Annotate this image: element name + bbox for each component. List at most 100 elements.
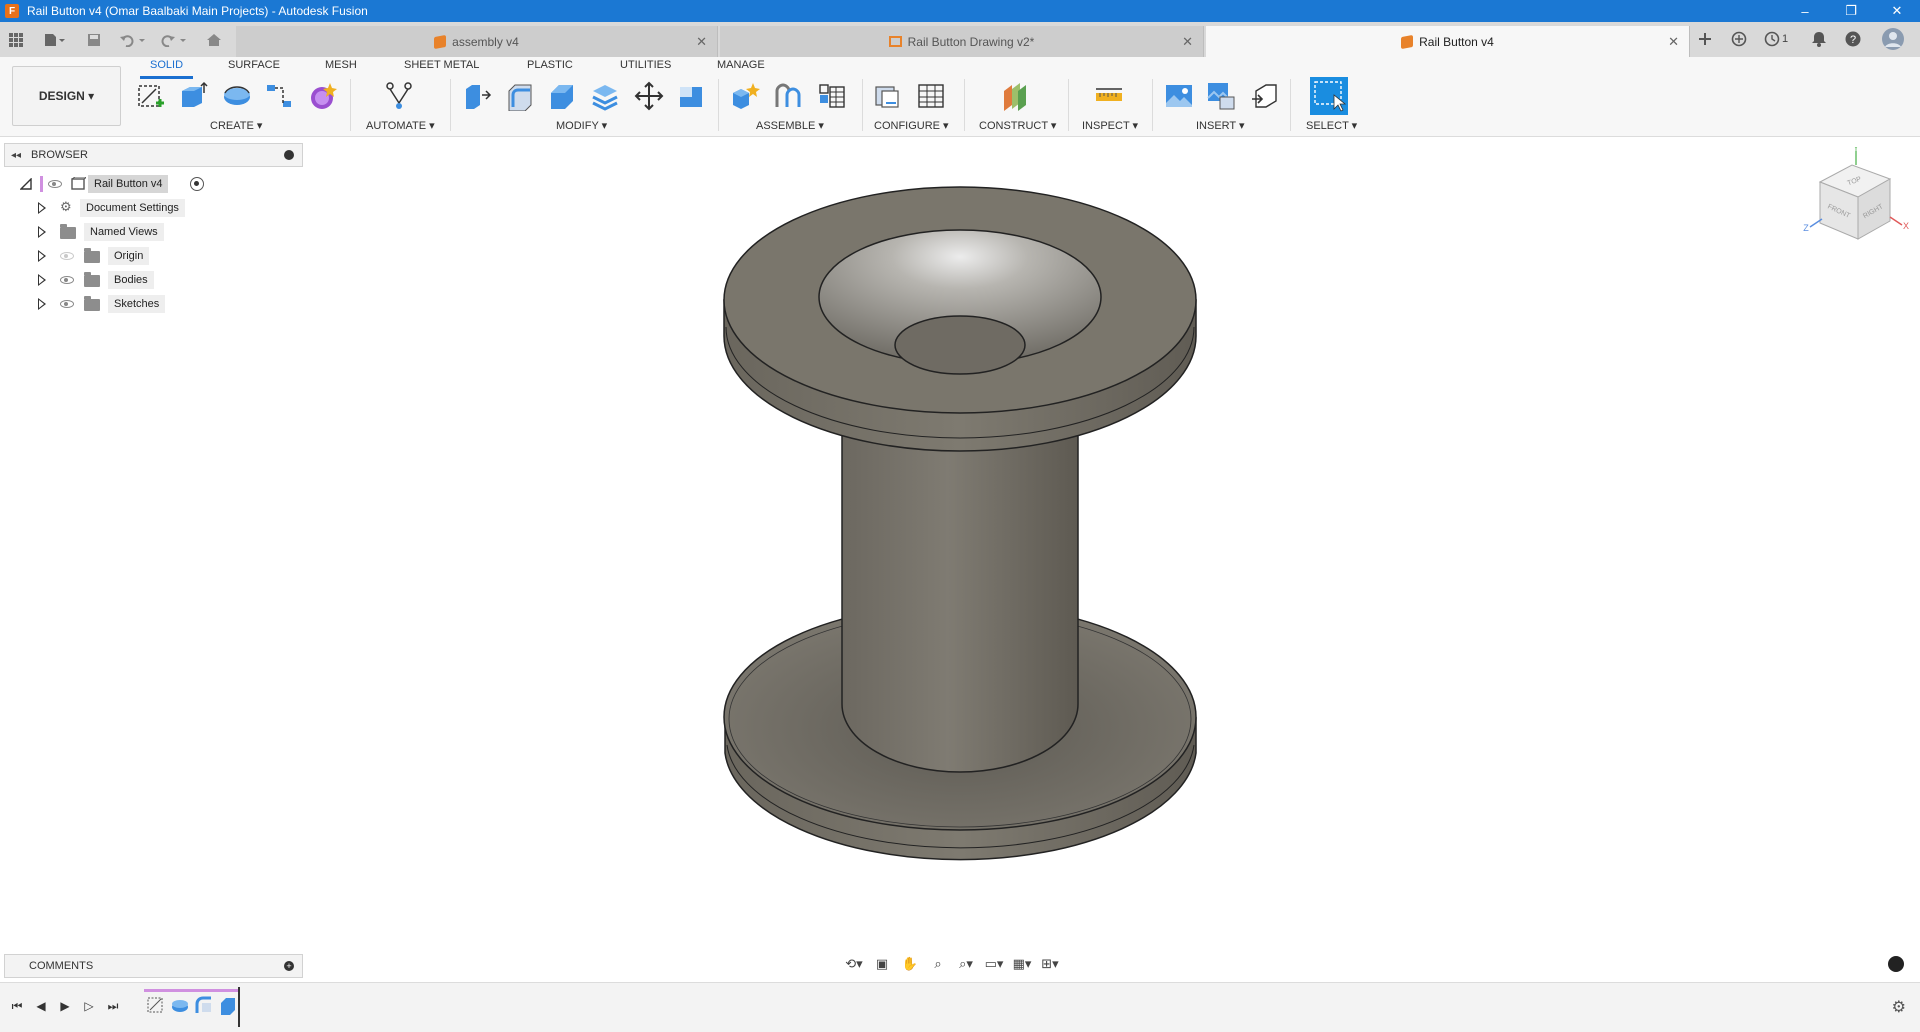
automate-group-label[interactable]: AUTOMATE ▾ <box>366 119 435 132</box>
go-to-end-icon[interactable]: ⏭ <box>104 997 122 1015</box>
tab-rail-button-drawing[interactable]: Rail Button Drawing v2* ✕ <box>720 26 1204 57</box>
orbit-icon[interactable]: ⟲▾ <box>842 954 866 974</box>
visibility-eye-icon[interactable] <box>60 300 74 308</box>
tab-mesh[interactable]: MESH <box>325 59 357 75</box>
new-tab-icon[interactable] <box>1694 28 1716 50</box>
activate-radio-icon[interactable] <box>190 177 204 191</box>
timeline-sketch-feature[interactable] <box>146 995 166 1015</box>
expand-arrow-icon[interactable] <box>38 250 46 262</box>
apps-grid-icon[interactable] <box>4 22 28 57</box>
collapse-browser-icon[interactable]: ◂◂ <box>11 150 21 161</box>
browser-item-named-views[interactable]: Named Views <box>38 222 238 242</box>
fillet-icon[interactable] <box>505 81 535 111</box>
tab-sheet-metal[interactable]: SHEET METAL <box>404 59 479 75</box>
expand-root-icon[interactable] <box>20 178 32 190</box>
close-tab-icon[interactable]: ✕ <box>696 34 707 50</box>
display-settings-icon[interactable]: ▭▾ <box>982 954 1006 974</box>
tab-solid[interactable]: SOLID <box>139 59 194 79</box>
3d-viewport[interactable]: TOP FRONT RIGHT Y Z X <box>0 137 1920 980</box>
timeline-settings-gear-icon[interactable]: ⚙ <box>1892 997 1906 1017</box>
construct-group-label[interactable]: CONSTRUCT ▾ <box>979 119 1056 132</box>
pan-hand-icon[interactable]: ✋ <box>898 954 922 974</box>
zoom-icon[interactable]: ⌕ <box>926 954 950 974</box>
workspace-switcher[interactable]: DESIGN ▾ <box>12 66 121 126</box>
inspect-group-label[interactable]: INSPECT ▾ <box>1082 119 1138 132</box>
sweep-icon[interactable] <box>264 81 294 111</box>
press-pull-icon[interactable] <box>462 81 492 111</box>
joint-icon[interactable] <box>773 81 803 111</box>
create-sketch-icon[interactable] <box>136 81 166 111</box>
tab-manage[interactable]: MANAGE <box>717 59 765 75</box>
decal-icon[interactable] <box>1206 81 1236 111</box>
feedback-icon[interactable] <box>1888 956 1904 972</box>
save-icon[interactable] <box>82 22 106 57</box>
insert-image-icon[interactable] <box>1164 81 1194 111</box>
timeline-chamfer-feature[interactable] <box>218 995 238 1015</box>
tab-surface[interactable]: SURFACE <box>228 59 280 75</box>
timeline-fillet-feature[interactable] <box>194 995 214 1015</box>
chamfer-icon[interactable] <box>547 81 577 111</box>
tab-rail-button-v4[interactable]: Rail Button v4 ✕ <box>1206 26 1690 57</box>
measure-icon[interactable] <box>1094 81 1124 111</box>
step-back-icon[interactable]: ◀ <box>32 997 50 1015</box>
extrude-icon[interactable] <box>178 81 208 111</box>
play-icon[interactable]: ▶ <box>56 997 74 1015</box>
browser-item-bodies[interactable]: Bodies <box>38 270 238 290</box>
restore-button[interactable]: ❐ <box>1828 0 1874 22</box>
timeline-revolve-feature[interactable] <box>170 995 190 1015</box>
visibility-hidden-eye-icon[interactable] <box>60 252 74 260</box>
job-status-icon[interactable]: 1 <box>1760 28 1792 50</box>
fit-window-icon[interactable]: ⌕▾ <box>954 954 978 974</box>
browser-item-sketches[interactable]: Sketches <box>38 294 238 314</box>
minimize-button[interactable]: – <box>1782 0 1828 22</box>
visibility-eye-icon[interactable] <box>60 276 74 284</box>
expand-arrow-icon[interactable] <box>38 226 46 238</box>
grid-settings-icon[interactable]: ▦▾ <box>1010 954 1034 974</box>
form-icon[interactable] <box>308 81 338 111</box>
home-icon[interactable] <box>200 22 228 57</box>
browser-item-document-settings[interactable]: ⚙ Document Settings <box>38 198 238 218</box>
view-cube[interactable]: TOP FRONT RIGHT Y Z X <box>1800 147 1910 257</box>
redo-icon[interactable] <box>156 22 194 57</box>
close-tab-icon[interactable]: ✕ <box>1668 34 1679 50</box>
visibility-eye-icon[interactable] <box>48 180 62 188</box>
revolve-icon[interactable] <box>222 81 252 111</box>
notifications-icon[interactable] <box>1808 28 1830 50</box>
help-icon[interactable]: ? <box>1842 28 1864 50</box>
configure-group-label[interactable]: CONFIGURE ▾ <box>874 119 949 132</box>
go-to-start-icon[interactable]: ⏮ <box>8 997 26 1015</box>
close-window-button[interactable]: ✕ <box>1874 0 1920 22</box>
file-menu-icon[interactable] <box>38 22 72 57</box>
timeline-marker[interactable] <box>238 987 240 1027</box>
add-comment-icon[interactable]: + <box>284 961 294 971</box>
expand-arrow-icon[interactable] <box>38 274 46 286</box>
assemble-group-label[interactable]: ASSEMBLE ▾ <box>756 119 824 132</box>
step-forward-icon[interactable]: ▷ <box>80 997 98 1015</box>
undo-icon[interactable] <box>114 22 154 57</box>
browser-options-icon[interactable] <box>284 150 294 160</box>
user-avatar-icon[interactable] <box>1882 28 1904 50</box>
select-group-label[interactable]: SELECT ▾ <box>1306 119 1357 132</box>
bill-of-materials-icon[interactable] <box>817 81 847 111</box>
browser-item-origin[interactable]: Origin <box>38 246 238 266</box>
tab-utilities[interactable]: UTILITIES <box>620 59 671 75</box>
comments-panel[interactable]: COMMENTS + <box>4 954 303 978</box>
expand-arrow-icon[interactable] <box>38 298 46 310</box>
scale-icon[interactable] <box>676 81 706 111</box>
shell-icon[interactable] <box>590 81 620 111</box>
rail-button-model[interactable] <box>0 137 1920 980</box>
close-tab-icon[interactable]: ✕ <box>1182 34 1193 50</box>
create-group-label[interactable]: CREATE ▾ <box>210 119 262 132</box>
move-copy-icon[interactable] <box>634 81 664 111</box>
viewports-icon[interactable]: ⊞▾ <box>1038 954 1062 974</box>
new-component-icon[interactable] <box>730 81 760 111</box>
expand-arrow-icon[interactable] <box>38 202 46 214</box>
select-tool-icon[interactable] <box>1310 77 1348 115</box>
configuration-table-icon[interactable] <box>916 81 946 111</box>
insert-mesh-icon[interactable] <box>1250 81 1280 111</box>
modify-group-label[interactable]: MODIFY ▾ <box>556 119 607 132</box>
look-at-icon[interactable]: ▣ <box>870 954 894 974</box>
offset-plane-icon[interactable] <box>1000 81 1030 111</box>
tab-assembly-v4[interactable]: assembly v4 ✕ <box>236 26 718 57</box>
browser-root[interactable]: Rail Button v4 <box>20 174 220 194</box>
